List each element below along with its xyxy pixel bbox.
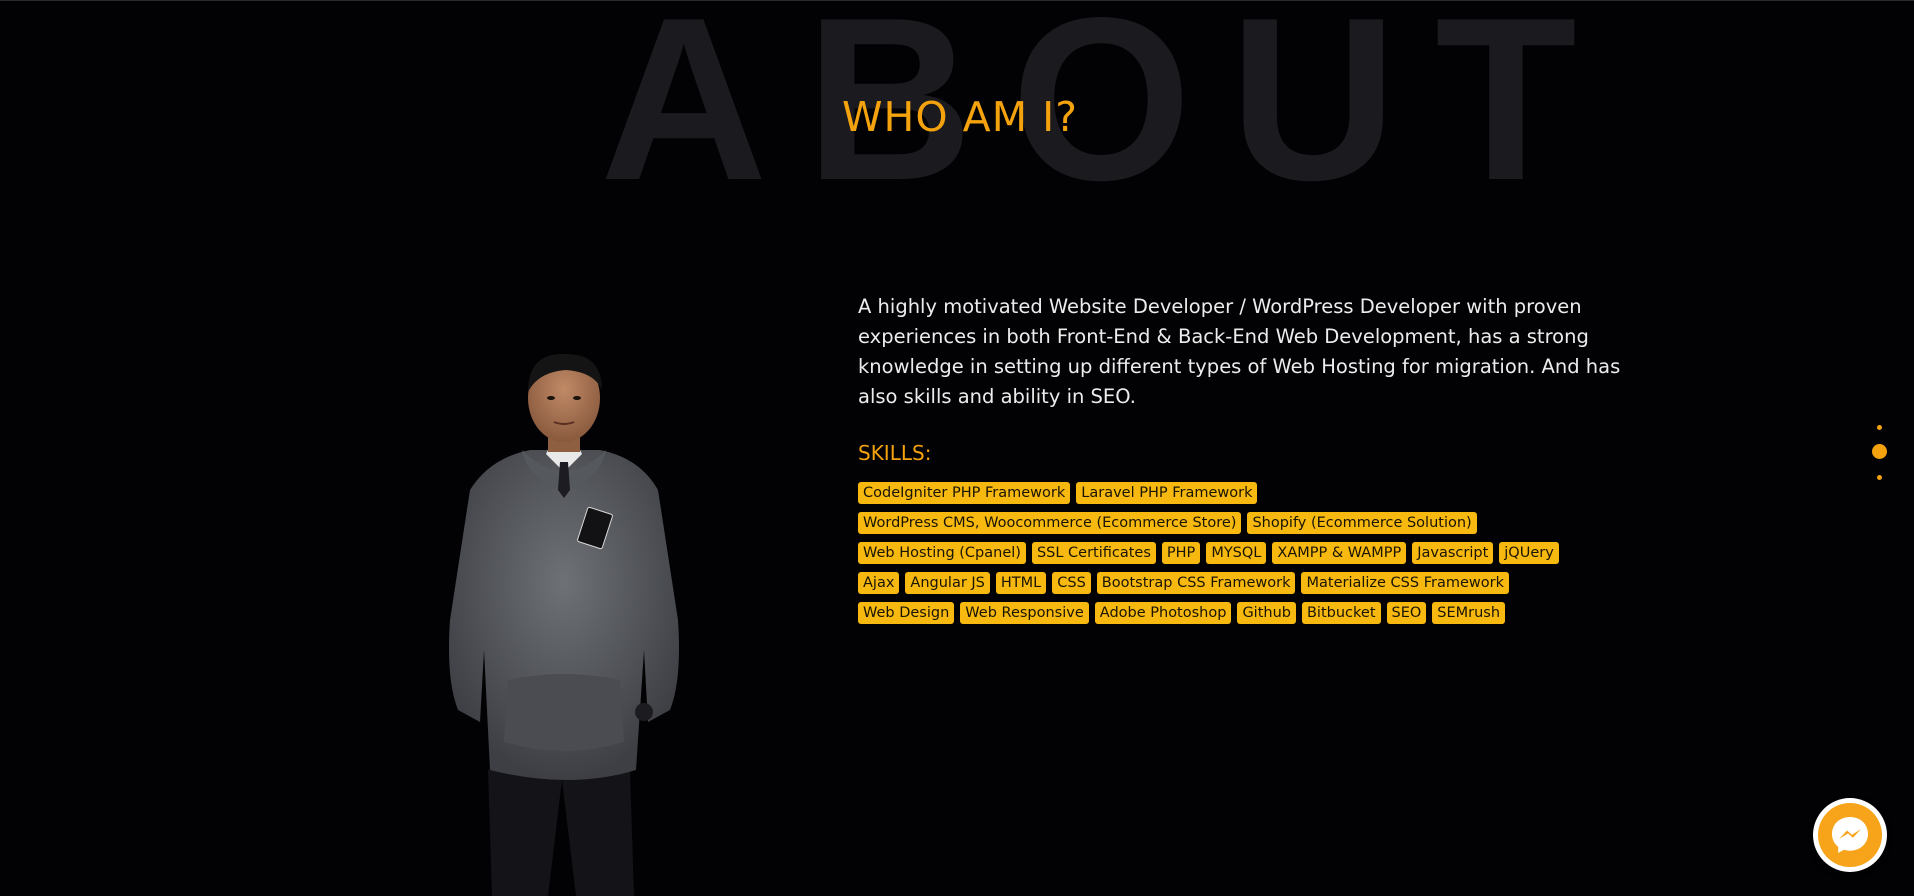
skill-chip: Laravel PHP Framework bbox=[1076, 482, 1258, 504]
skill-chip: Web Design bbox=[858, 602, 955, 624]
skill-chip: Github bbox=[1237, 602, 1296, 624]
skill-chip: Javascript bbox=[1412, 542, 1494, 564]
skills-row: Web Design Web Responsive Adobe Photosho… bbox=[858, 602, 1648, 624]
bio-paragraph: A highly motivated Website Developer / W… bbox=[858, 295, 1621, 408]
skill-chip: SSL Certificates bbox=[1031, 542, 1156, 564]
skill-chip: Shopify (Ecommerce Solution) bbox=[1247, 512, 1477, 534]
messenger-icon bbox=[1832, 817, 1868, 853]
skill-chip: Angular JS bbox=[905, 572, 990, 594]
messenger-icon-bg bbox=[1818, 803, 1882, 867]
skill-chip: MYSQL bbox=[1206, 542, 1267, 564]
skill-chip: Ajax bbox=[858, 572, 900, 594]
section-nav-dots bbox=[1870, 420, 1890, 482]
skill-chip: Web Hosting (Cpanel) bbox=[858, 542, 1026, 564]
section-nav-dot-active[interactable] bbox=[1872, 444, 1887, 459]
skill-chip: Bootstrap CSS Framework bbox=[1096, 572, 1296, 594]
skills-row: Web Hosting (Cpanel) SSL Certificates PH… bbox=[858, 542, 1648, 564]
skill-chip: Web Responsive bbox=[960, 602, 1089, 624]
skills-heading: SKILLS: bbox=[858, 441, 932, 465]
skills-list: CodeIgniter PHP Framework Laravel PHP Fr… bbox=[858, 482, 1648, 624]
portrait-image bbox=[449, 353, 679, 896]
skill-chip: PHP bbox=[1161, 542, 1201, 564]
skill-chip: WordPress CMS, Woocommerce (Ecommerce St… bbox=[858, 512, 1242, 534]
skills-row: Ajax Angular JS HTML CSS Bootstrap CSS F… bbox=[858, 572, 1648, 594]
skill-chip: SEMrush bbox=[1432, 602, 1506, 624]
about-content: A highly motivated Website Developer / W… bbox=[858, 292, 1648, 632]
skill-chip: HTML bbox=[995, 572, 1047, 594]
skill-chip: CSS bbox=[1052, 572, 1091, 594]
skill-chip: Materialize CSS Framework bbox=[1301, 572, 1509, 594]
skills-row: CodeIgniter PHP Framework Laravel PHP Fr… bbox=[858, 482, 1648, 504]
section-nav-dot[interactable] bbox=[1877, 425, 1882, 430]
skill-chip: XAMPP & WAMPP bbox=[1272, 542, 1407, 564]
skill-chip: Adobe Photoshop bbox=[1094, 602, 1232, 624]
skill-chip: Bitbucket bbox=[1301, 602, 1381, 624]
skill-chip: jQUery bbox=[1499, 542, 1559, 564]
section-nav-dot[interactable] bbox=[1877, 475, 1882, 480]
skill-chip: SEO bbox=[1386, 602, 1427, 624]
messenger-chat-button[interactable] bbox=[1813, 798, 1887, 872]
skills-row: WordPress CMS, Woocommerce (Ecommerce St… bbox=[858, 512, 1648, 534]
section-title: WHO AM I? bbox=[842, 93, 1078, 141]
skill-chip: CodeIgniter PHP Framework bbox=[858, 482, 1071, 504]
